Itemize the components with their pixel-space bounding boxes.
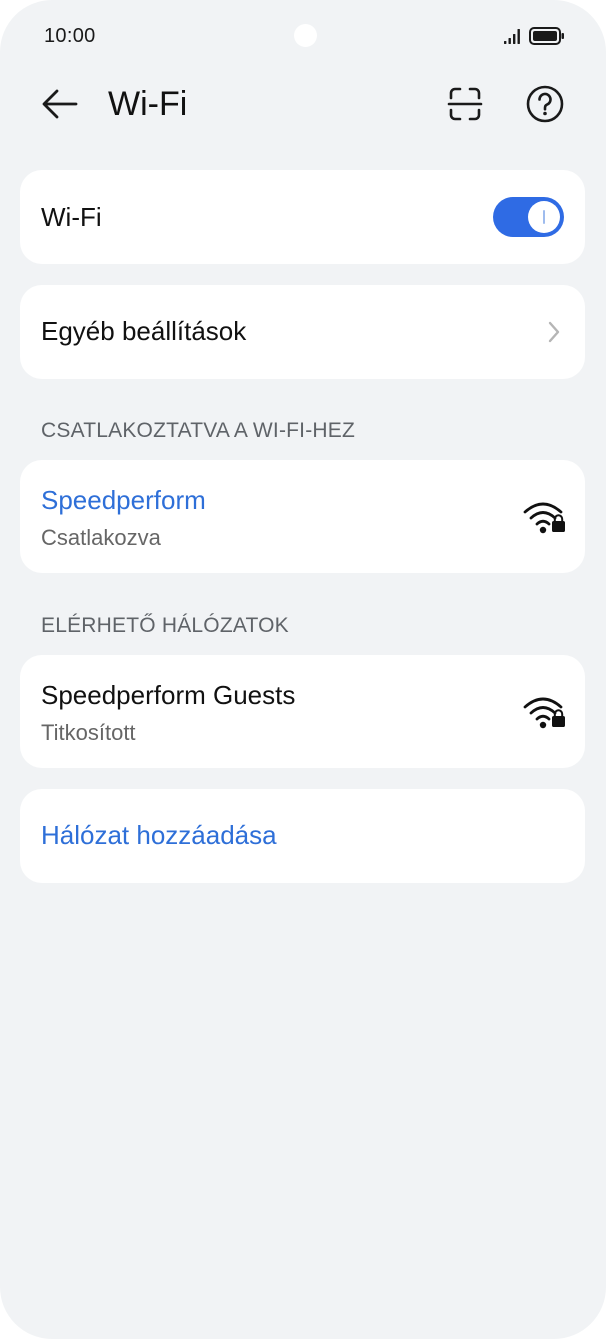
wifi-toggle-row[interactable]: Wi-Fi [20,170,585,264]
help-icon [526,85,564,123]
wifi-toggle-switch[interactable] [493,197,564,237]
wifi-toggle-label: Wi-Fi [41,202,102,232]
front-camera [294,24,317,47]
back-arrow-icon [42,89,78,119]
scan-button[interactable] [441,80,489,128]
other-settings-row[interactable]: Egyéb beállítások [20,285,585,379]
chevron-right-icon [548,321,560,343]
scan-icon [447,87,483,121]
connected-network-row[interactable]: Speedperform Csatlakozva [20,460,585,573]
app-header: Wi-Fi [0,72,606,136]
back-button[interactable] [38,82,82,126]
wifi-locked-icon [523,502,565,534]
battery-icon [529,27,564,45]
add-network-label: Hálózat hozzáadása [41,820,277,850]
page-title: Wi-Fi [108,85,188,123]
wifi-locked-icon [523,697,565,729]
available-network-row[interactable]: Speedperform Guests Titkosított [20,655,585,768]
other-settings-label: Egyéb beállítások [41,316,247,346]
connected-network-status: Csatlakozva [41,525,161,550]
connected-section-header: CSATLAKOZTATVA A WI-FI-HEZ [41,419,356,442]
signal-icon [504,29,520,44]
toggle-knob [528,201,560,233]
status-bar: 10:00 [0,0,606,72]
help-button[interactable] [521,80,569,128]
connected-network-name: Speedperform [41,485,206,515]
phone-screen: 10:00 Wi-Fi Wi-Fi Egyéb beállítások CSAT… [0,0,606,1339]
available-network-name: Speedperform Guests [41,680,296,710]
available-network-status: Titkosított [41,720,136,745]
add-network-row[interactable]: Hálózat hozzáadása [20,789,585,883]
status-time: 10:00 [44,25,96,47]
available-section-header: ELÉRHETŐ HÁLÓZATOK [41,614,289,637]
